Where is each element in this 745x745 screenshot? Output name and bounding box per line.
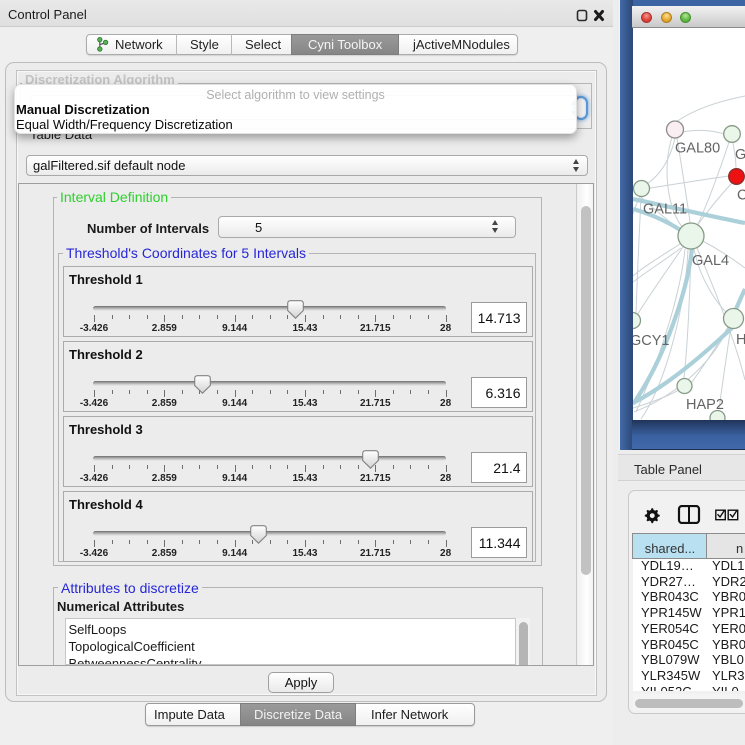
svg-text:GA: GA — [735, 147, 745, 163]
svg-text:HAP2: HAP2 — [686, 397, 724, 413]
svg-text:C: C — [737, 188, 745, 204]
svg-text:GAL80: GAL80 — [675, 141, 720, 157]
svg-text:GAL4: GAL4 — [692, 253, 729, 269]
svg-text:GCY1: GCY1 — [633, 333, 670, 349]
svg-text:GAL11: GAL11 — [643, 202, 687, 218]
svg-text:H: H — [736, 332, 745, 348]
